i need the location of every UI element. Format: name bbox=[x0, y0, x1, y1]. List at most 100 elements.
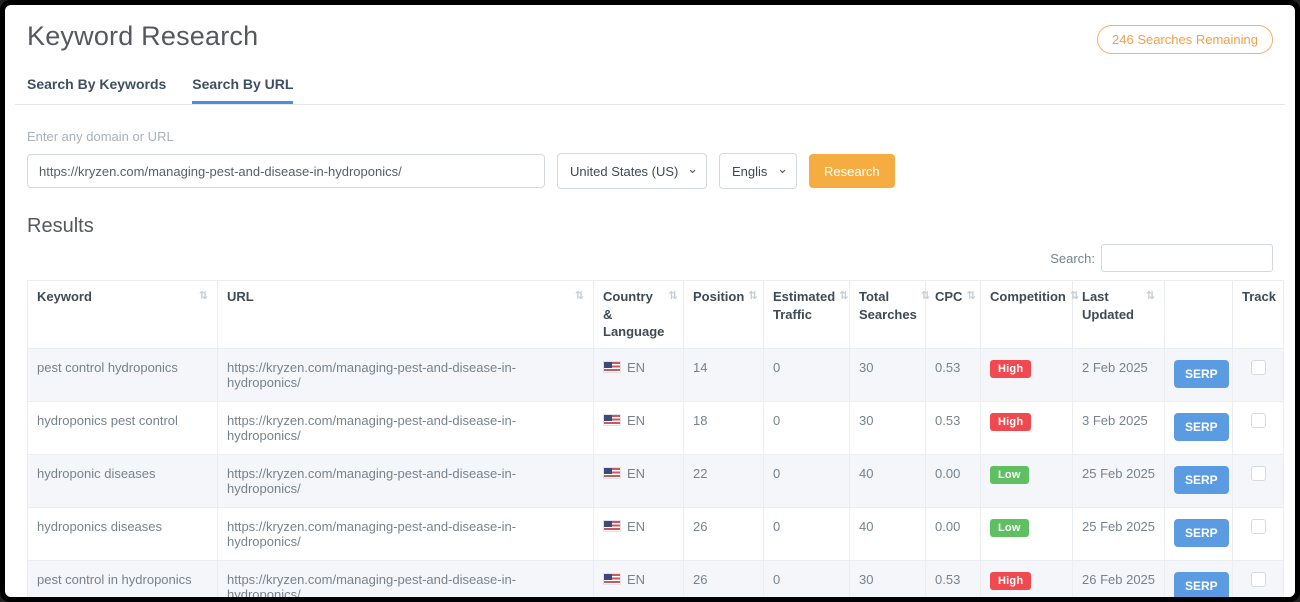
sort-icon[interactable]: ⇅ bbox=[1070, 289, 1079, 306]
country-language-cell: EN bbox=[594, 507, 684, 560]
estimated-traffic-cell: 0 bbox=[764, 348, 850, 401]
domain-url-input[interactable] bbox=[27, 154, 545, 188]
track-cell bbox=[1233, 560, 1284, 597]
col-header-position[interactable]: Position⇅ bbox=[684, 281, 764, 349]
competition-badge: High bbox=[990, 572, 1031, 590]
last-updated-cell: 25 Feb 2025 bbox=[1073, 454, 1165, 507]
competition-badge: Low bbox=[990, 466, 1029, 484]
track-checkbox[interactable] bbox=[1251, 572, 1266, 587]
track-checkbox[interactable] bbox=[1251, 466, 1266, 481]
total-searches-cell: 30 bbox=[850, 560, 926, 597]
table-search-label: Search: bbox=[1050, 251, 1095, 266]
language-code: EN bbox=[627, 519, 645, 534]
competition-badge: High bbox=[990, 360, 1031, 378]
us-flag-icon bbox=[603, 573, 621, 585]
col-header-estimated-traffic[interactable]: Estimated Traffic⇅ bbox=[764, 281, 850, 349]
cpc-cell: 0.53 bbox=[926, 560, 981, 597]
results-heading: Results bbox=[27, 215, 1273, 238]
country-language-cell: EN bbox=[594, 560, 684, 597]
position-cell: 26 bbox=[684, 560, 764, 597]
us-flag-icon bbox=[603, 414, 621, 426]
sort-icon[interactable]: ⇅ bbox=[575, 289, 584, 306]
cpc-cell: 0.00 bbox=[926, 454, 981, 507]
serp-button[interactable]: SERP bbox=[1174, 360, 1229, 388]
country-select[interactable]: United States (US) bbox=[557, 153, 707, 189]
sort-icon[interactable]: ⇅ bbox=[966, 289, 975, 306]
track-cell bbox=[1233, 507, 1284, 560]
language-code: EN bbox=[627, 572, 645, 587]
sort-icon[interactable]: ⇅ bbox=[921, 289, 930, 323]
position-cell: 22 bbox=[684, 454, 764, 507]
keyword-cell: pest control hydroponics bbox=[28, 348, 218, 401]
country-select-wrap: United States (US) ⌄ bbox=[557, 153, 707, 189]
sort-icon[interactable]: ⇅ bbox=[748, 289, 757, 306]
table-row: hydroponics diseases https://kryzen.com/… bbox=[28, 507, 1284, 560]
serp-cell: SERP bbox=[1165, 560, 1233, 597]
sort-icon[interactable]: ⇅ bbox=[668, 289, 677, 341]
last-updated-cell: 3 Feb 2025 bbox=[1073, 401, 1165, 454]
total-searches-cell: 30 bbox=[850, 401, 926, 454]
sort-icon[interactable]: ⇅ bbox=[1146, 289, 1155, 323]
col-header-competition[interactable]: Competition⇅ bbox=[981, 281, 1073, 349]
serp-button[interactable]: SERP bbox=[1174, 519, 1229, 547]
col-header-cpc[interactable]: CPC⇅ bbox=[926, 281, 981, 349]
col-label: Keyword bbox=[37, 288, 92, 306]
track-checkbox[interactable] bbox=[1251, 360, 1266, 375]
serp-cell: SERP bbox=[1165, 401, 1233, 454]
col-label: Estimated Traffic bbox=[773, 288, 835, 323]
estimated-traffic-cell: 0 bbox=[764, 401, 850, 454]
url-cell: https://kryzen.com/managing-pest-and-dis… bbox=[218, 560, 594, 597]
competition-badge: High bbox=[990, 413, 1031, 431]
serp-button[interactable]: SERP bbox=[1174, 413, 1229, 441]
tab-search-by-keywords[interactable]: Search By Keywords bbox=[27, 76, 166, 104]
keyword-cell: hydroponics pest control bbox=[28, 401, 218, 454]
competition-badge: Low bbox=[990, 519, 1029, 537]
page-title: Keyword Research bbox=[27, 21, 258, 52]
language-select-wrap: English ⌄ bbox=[719, 153, 797, 189]
col-label: CPC bbox=[935, 288, 962, 306]
competition-cell: High bbox=[981, 401, 1073, 454]
competition-cell: High bbox=[981, 560, 1073, 597]
col-header-keyword[interactable]: Keyword ⇅ bbox=[28, 281, 218, 349]
table-row: pest control in hydroponics https://kryz… bbox=[28, 560, 1284, 597]
research-button[interactable]: Research bbox=[809, 154, 895, 188]
url-cell: https://kryzen.com/managing-pest-and-dis… bbox=[218, 454, 594, 507]
table-row: hydroponics pest control https://kryzen.… bbox=[28, 401, 1284, 454]
col-header-last-updated[interactable]: Last Updated⇅ bbox=[1073, 281, 1165, 349]
table-header-row: Keyword ⇅ URL⇅ Country & Language⇅ Positi… bbox=[28, 281, 1284, 349]
estimated-traffic-cell: 0 bbox=[764, 507, 850, 560]
sort-icon[interactable]: ⇅ bbox=[839, 289, 848, 323]
position-cell: 26 bbox=[684, 507, 764, 560]
track-checkbox[interactable] bbox=[1251, 519, 1266, 534]
sort-icon[interactable]: ⇅ bbox=[199, 289, 208, 306]
language-select[interactable]: English bbox=[719, 153, 797, 189]
us-flag-icon bbox=[603, 520, 621, 532]
track-cell bbox=[1233, 454, 1284, 507]
total-searches-cell: 40 bbox=[850, 454, 926, 507]
cpc-cell: 0.53 bbox=[926, 348, 981, 401]
serp-button[interactable]: SERP bbox=[1174, 572, 1229, 597]
language-code: EN bbox=[627, 413, 645, 428]
language-code: EN bbox=[627, 360, 645, 375]
table-search-input[interactable] bbox=[1101, 244, 1273, 272]
search-form: United States (US) ⌄ English ⌄ Research bbox=[27, 153, 1273, 189]
col-label: Last Updated bbox=[1082, 288, 1142, 323]
serp-cell: SERP bbox=[1165, 507, 1233, 560]
cpc-cell: 0.53 bbox=[926, 401, 981, 454]
tab-search-by-url[interactable]: Search By URL bbox=[192, 76, 293, 104]
total-searches-cell: 30 bbox=[850, 348, 926, 401]
competition-cell: Low bbox=[981, 507, 1073, 560]
window-frame: Keyword Research 246 Searches Remaining … bbox=[0, 0, 1300, 602]
last-updated-cell: 25 Feb 2025 bbox=[1073, 507, 1165, 560]
last-updated-cell: 26 Feb 2025 bbox=[1073, 560, 1165, 597]
us-flag-icon bbox=[603, 467, 621, 479]
col-header-country-language[interactable]: Country & Language⇅ bbox=[594, 281, 684, 349]
serp-button[interactable]: SERP bbox=[1174, 466, 1229, 494]
results-table: Keyword ⇅ URL⇅ Country & Language⇅ Positi… bbox=[27, 280, 1284, 597]
country-language-cell: EN bbox=[594, 454, 684, 507]
track-checkbox[interactable] bbox=[1251, 413, 1266, 428]
position-cell: 14 bbox=[684, 348, 764, 401]
col-header-url[interactable]: URL⇅ bbox=[218, 281, 594, 349]
col-header-total-searches[interactable]: Total Searches⇅ bbox=[850, 281, 926, 349]
table-row: pest control hydroponics https://kryzen.… bbox=[28, 348, 1284, 401]
